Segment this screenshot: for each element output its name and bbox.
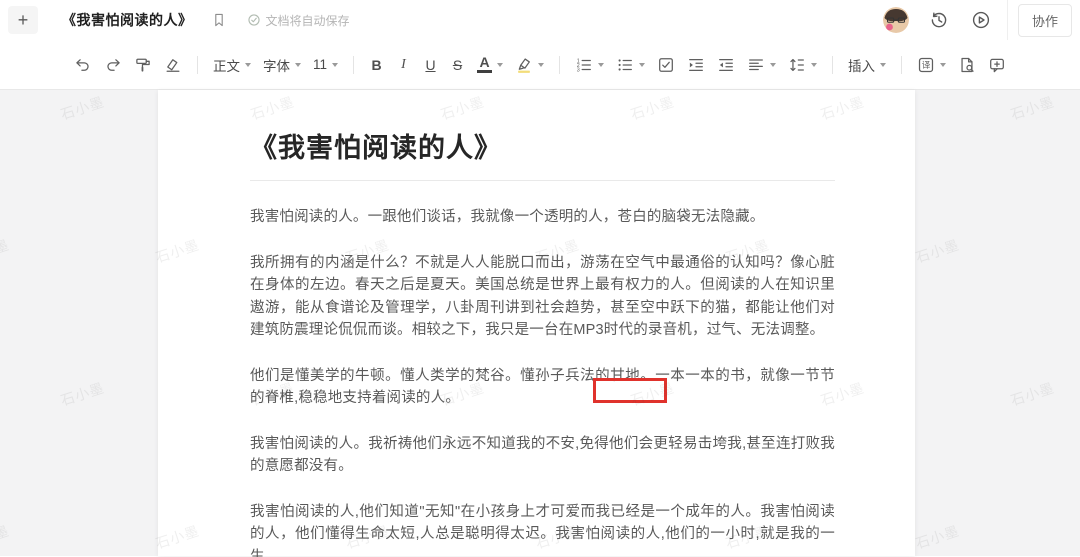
chevron-down-icon (811, 63, 817, 67)
task-list-button[interactable] (652, 50, 680, 80)
toolbar-divider (832, 56, 833, 74)
watermark: 石小墨 (0, 235, 12, 268)
chevron-down-icon (770, 63, 776, 67)
indent-decrease-button[interactable] (712, 50, 740, 80)
paragraph-style-dropdown[interactable]: 正文 (208, 50, 256, 80)
plus-icon: + (18, 11, 29, 29)
doc-search-button[interactable] (953, 50, 981, 80)
svg-text:3: 3 (577, 67, 580, 73)
new-document-button[interactable]: + (8, 6, 38, 34)
watermark: 石小墨 (1008, 92, 1057, 125)
font-size-dropdown[interactable]: 11 (308, 50, 343, 80)
document-body: 我害怕阅读的人。一跟他们谈话，我就像一个透明的人，苍白的脑袋无法隐藏。我所拥有的… (250, 206, 835, 557)
check-circle-icon (247, 13, 261, 27)
chevron-down-icon (880, 63, 886, 67)
font-color-button[interactable]: A (472, 50, 508, 80)
page-title: 《我害怕阅读的人》 (250, 126, 835, 165)
toolbar-divider (559, 56, 560, 74)
paragraph: 他们是懂美学的牛顿。懂人类学的梵谷。懂孙子兵法的甘地。一本一本的书，就像一节节的… (250, 365, 835, 410)
avatar[interactable] (883, 7, 909, 33)
paragraph: 我所拥有的内涵是什么？不就是人人能脱口而出，游荡在空气中最通俗的认知吗？像心脏在… (250, 252, 835, 342)
collaborate-button[interactable]: 协作 (1018, 4, 1072, 37)
highlight-color-button[interactable] (510, 50, 549, 80)
chevron-down-icon (497, 63, 503, 67)
present-icon[interactable] (967, 6, 995, 34)
toolbar-divider (353, 56, 354, 74)
font-family-dropdown[interactable]: 字体 (258, 50, 306, 80)
undo-button[interactable] (69, 50, 97, 80)
watermark: 石小墨 (1008, 378, 1057, 411)
watermark: 石小墨 (913, 235, 962, 268)
strikethrough-button[interactable]: S (445, 50, 470, 80)
toolbar-button-label: 插入 (848, 55, 875, 75)
translate-button[interactable]: 译 (912, 50, 951, 80)
toolbar: 正文 字体 11 BIUSA 123 插入 译 (0, 40, 1080, 90)
chevron-down-icon (598, 63, 604, 67)
paragraph: 我害怕阅读的人。我祈祷他们永远不知道我的不安,免得他们会更轻易击垮我,甚至连打败… (250, 433, 835, 478)
line-spacing-button[interactable] (783, 50, 822, 80)
bullet-list-button[interactable] (611, 50, 650, 80)
toolbar-divider (197, 56, 198, 74)
toolbar-button-label: 正文 (213, 55, 240, 75)
bold-button[interactable]: B (364, 50, 389, 80)
chevron-down-icon (639, 63, 645, 67)
redo-button[interactable] (99, 50, 127, 80)
insert-dropdown[interactable]: 插入 (843, 50, 891, 80)
autosave-status: 文档将自动保存 (247, 12, 350, 29)
paragraph: 我害怕阅读的人,他们知道"无知"在小孩身上才可爱而我已经是一个成年的人。我害怕阅… (250, 501, 835, 557)
watermark: 石小墨 (58, 378, 107, 411)
topbar-divider (1007, 0, 1008, 40)
paragraph: 我害怕阅读的人。一跟他们谈话，我就像一个透明的人，苍白的脑袋无法隐藏。 (250, 206, 835, 229)
ordered-list-button[interactable]: 123 (570, 50, 609, 80)
toolbar-button-label: 字体 (263, 55, 290, 75)
document-area: 《我害怕阅读的人》 我害怕阅读的人。一跟他们谈话，我就像一个透明的人，苍白的脑袋… (0, 90, 1080, 556)
clear-format-button[interactable] (159, 50, 187, 80)
app-window: + 《我害怕阅读的人》 文档将自动保存 (0, 0, 1080, 557)
comment-button[interactable] (983, 50, 1011, 80)
toolbar-divider (901, 56, 902, 74)
italic-button[interactable]: I (391, 50, 416, 80)
underline-button[interactable]: U (418, 50, 443, 80)
watermark: 石小墨 (58, 92, 107, 125)
top-bar: + 《我害怕阅读的人》 文档将自动保存 (0, 0, 1080, 40)
format-painter-button[interactable] (129, 50, 157, 80)
svg-text:译: 译 (922, 60, 931, 70)
align-button[interactable] (742, 50, 781, 80)
document-title: 《我害怕阅读的人》 (62, 10, 193, 30)
document-page[interactable]: 《我害怕阅读的人》 我害怕阅读的人。一跟他们谈话，我就像一个透明的人，苍白的脑袋… (158, 90, 915, 556)
autosave-text: 文档将自动保存 (266, 12, 350, 29)
chevron-down-icon (332, 63, 338, 67)
chevron-down-icon (538, 63, 544, 67)
chevron-down-icon (245, 63, 251, 67)
bookmark-icon[interactable] (207, 8, 231, 32)
indent-increase-button[interactable] (682, 50, 710, 80)
chevron-down-icon (295, 63, 301, 67)
red-annotation-box (593, 378, 667, 403)
title-divider (250, 180, 835, 181)
chevron-down-icon (940, 63, 946, 67)
watermark: 石小墨 (0, 521, 12, 554)
history-icon[interactable] (925, 6, 953, 34)
toolbar-button-label: 11 (313, 57, 327, 72)
watermark: 石小墨 (913, 521, 962, 554)
